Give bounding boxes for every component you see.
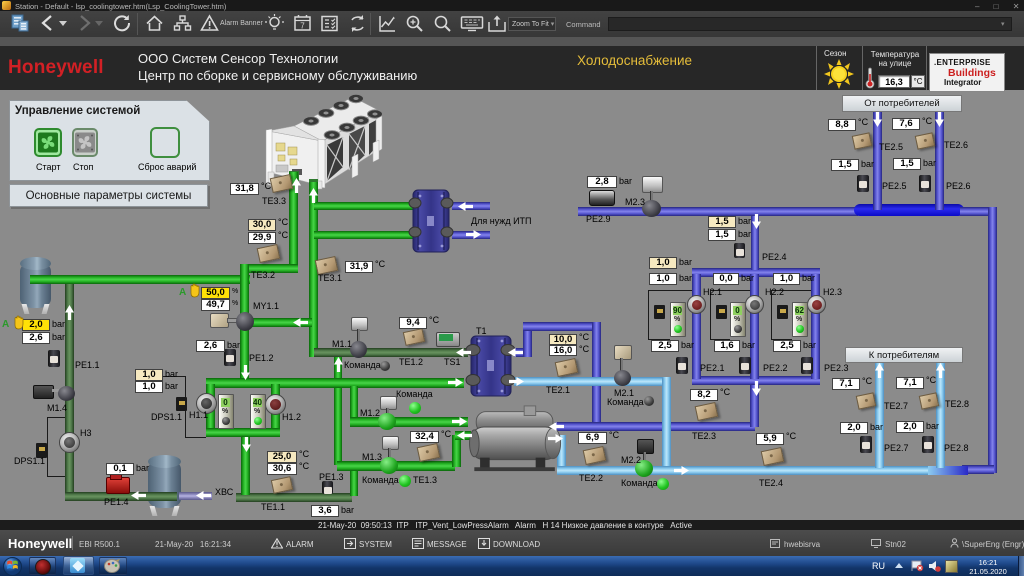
svg-text:7: 7 xyxy=(300,22,305,31)
